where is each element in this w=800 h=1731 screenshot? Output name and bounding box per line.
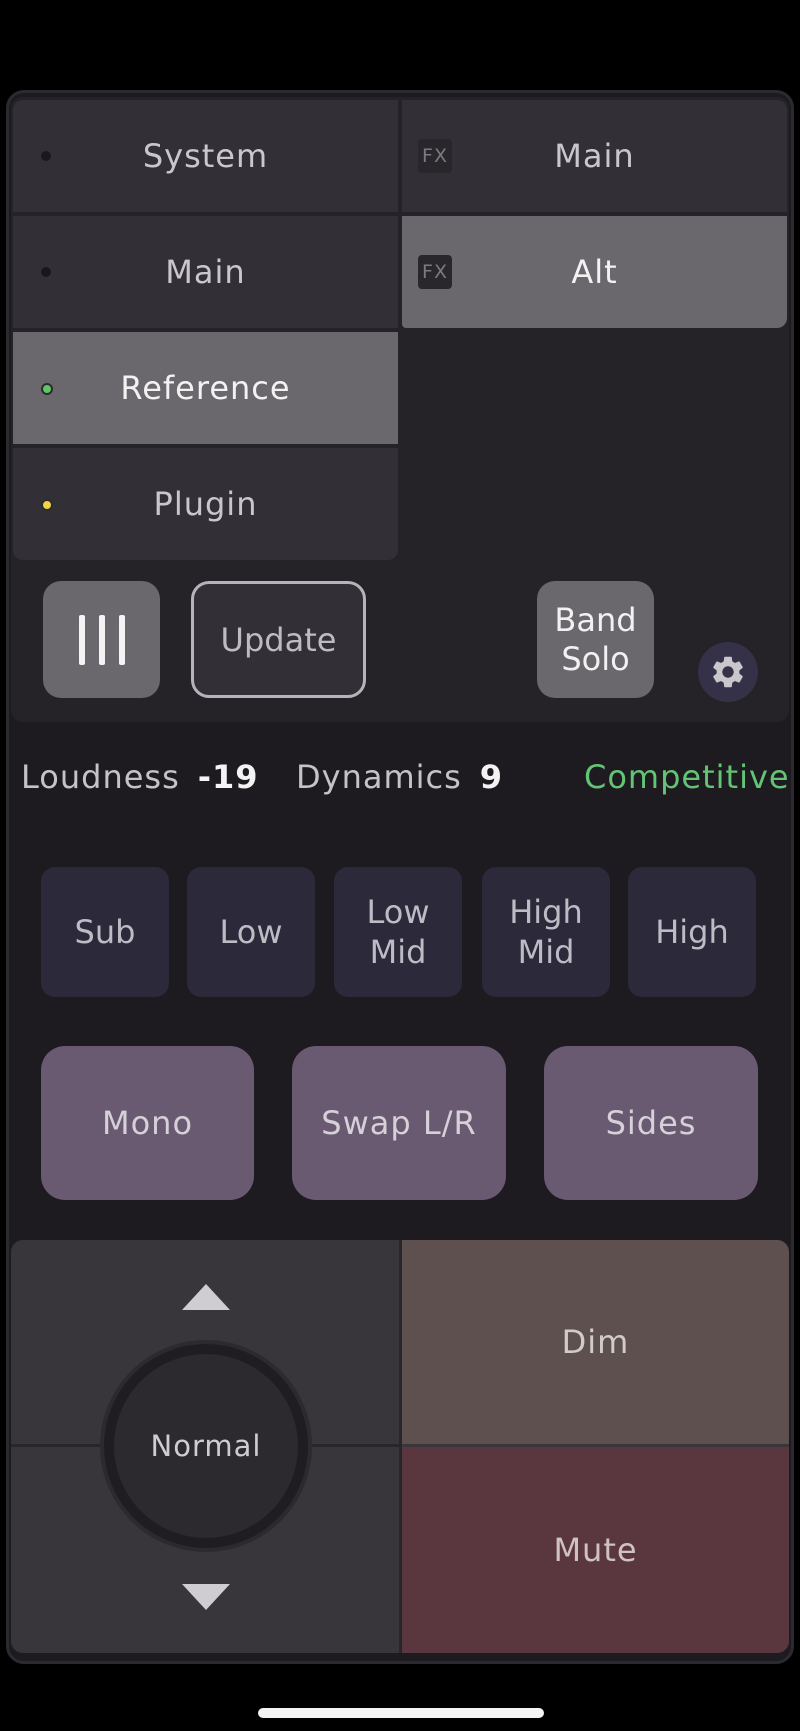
fx-badge-icon: FX — [418, 255, 452, 289]
fx-badge-icon: FX — [418, 139, 452, 173]
bars-icon — [78, 614, 125, 665]
source-indicator-dot — [41, 151, 51, 161]
volume-down-icon[interactable] — [182, 1584, 230, 1610]
band-low-mid-button[interactable]: Low Mid — [334, 867, 462, 997]
band-low-button[interactable]: Low — [187, 867, 315, 997]
loudness-status: Competitive — [584, 758, 790, 796]
source-indicator-dot — [41, 267, 51, 277]
menu-button[interactable] — [43, 581, 160, 698]
volume-knob[interactable]: Normal — [114, 1354, 298, 1538]
source-system-button[interactable]: System — [13, 100, 398, 212]
source-label: Reference — [120, 369, 291, 407]
source-label: Main — [165, 253, 246, 291]
loudness-readout: Loudness -19 — [21, 752, 259, 802]
speaker-label: Alt — [571, 253, 618, 291]
dynamics-value: 9 — [479, 758, 504, 796]
update-button[interactable]: Update — [191, 581, 366, 698]
mute-button[interactable]: Mute — [402, 1447, 789, 1653]
source-active-dot — [41, 383, 53, 395]
loudness-label: Loudness — [21, 758, 180, 796]
band-solo-button[interactable]: Band Solo — [537, 581, 654, 698]
band-high-button[interactable]: High — [628, 867, 756, 997]
mono-button[interactable]: Mono — [41, 1046, 254, 1200]
dynamics-readout: Dynamics 9 — [296, 752, 503, 802]
volume-up-icon[interactable] — [182, 1284, 230, 1310]
gear-icon — [713, 656, 743, 688]
home-indicator[interactable] — [258, 1708, 544, 1718]
source-main-button[interactable]: Main — [13, 216, 398, 328]
speaker-main-button[interactable]: FX Main — [402, 100, 787, 212]
source-plugin-button[interactable]: Plugin — [13, 448, 398, 560]
band-high-mid-button[interactable]: High Mid — [482, 867, 610, 997]
settings-button[interactable] — [698, 642, 758, 702]
band-sub-button[interactable]: Sub — [41, 867, 169, 997]
source-reference-button[interactable]: Reference — [13, 332, 398, 444]
sides-button[interactable]: Sides — [544, 1046, 758, 1200]
speaker-label: Main — [554, 137, 635, 175]
source-plugin-dot — [41, 499, 53, 511]
band-solo-label: Band Solo — [554, 601, 637, 678]
source-label: Plugin — [153, 485, 258, 523]
swap-lr-button[interactable]: Swap L/R — [292, 1046, 506, 1200]
dynamics-label: Dynamics — [296, 758, 462, 796]
source-label: System — [142, 137, 269, 175]
dim-button[interactable]: Dim — [402, 1240, 789, 1444]
loudness-value: -19 — [197, 758, 259, 796]
speaker-alt-button[interactable]: FX Alt — [402, 216, 787, 328]
